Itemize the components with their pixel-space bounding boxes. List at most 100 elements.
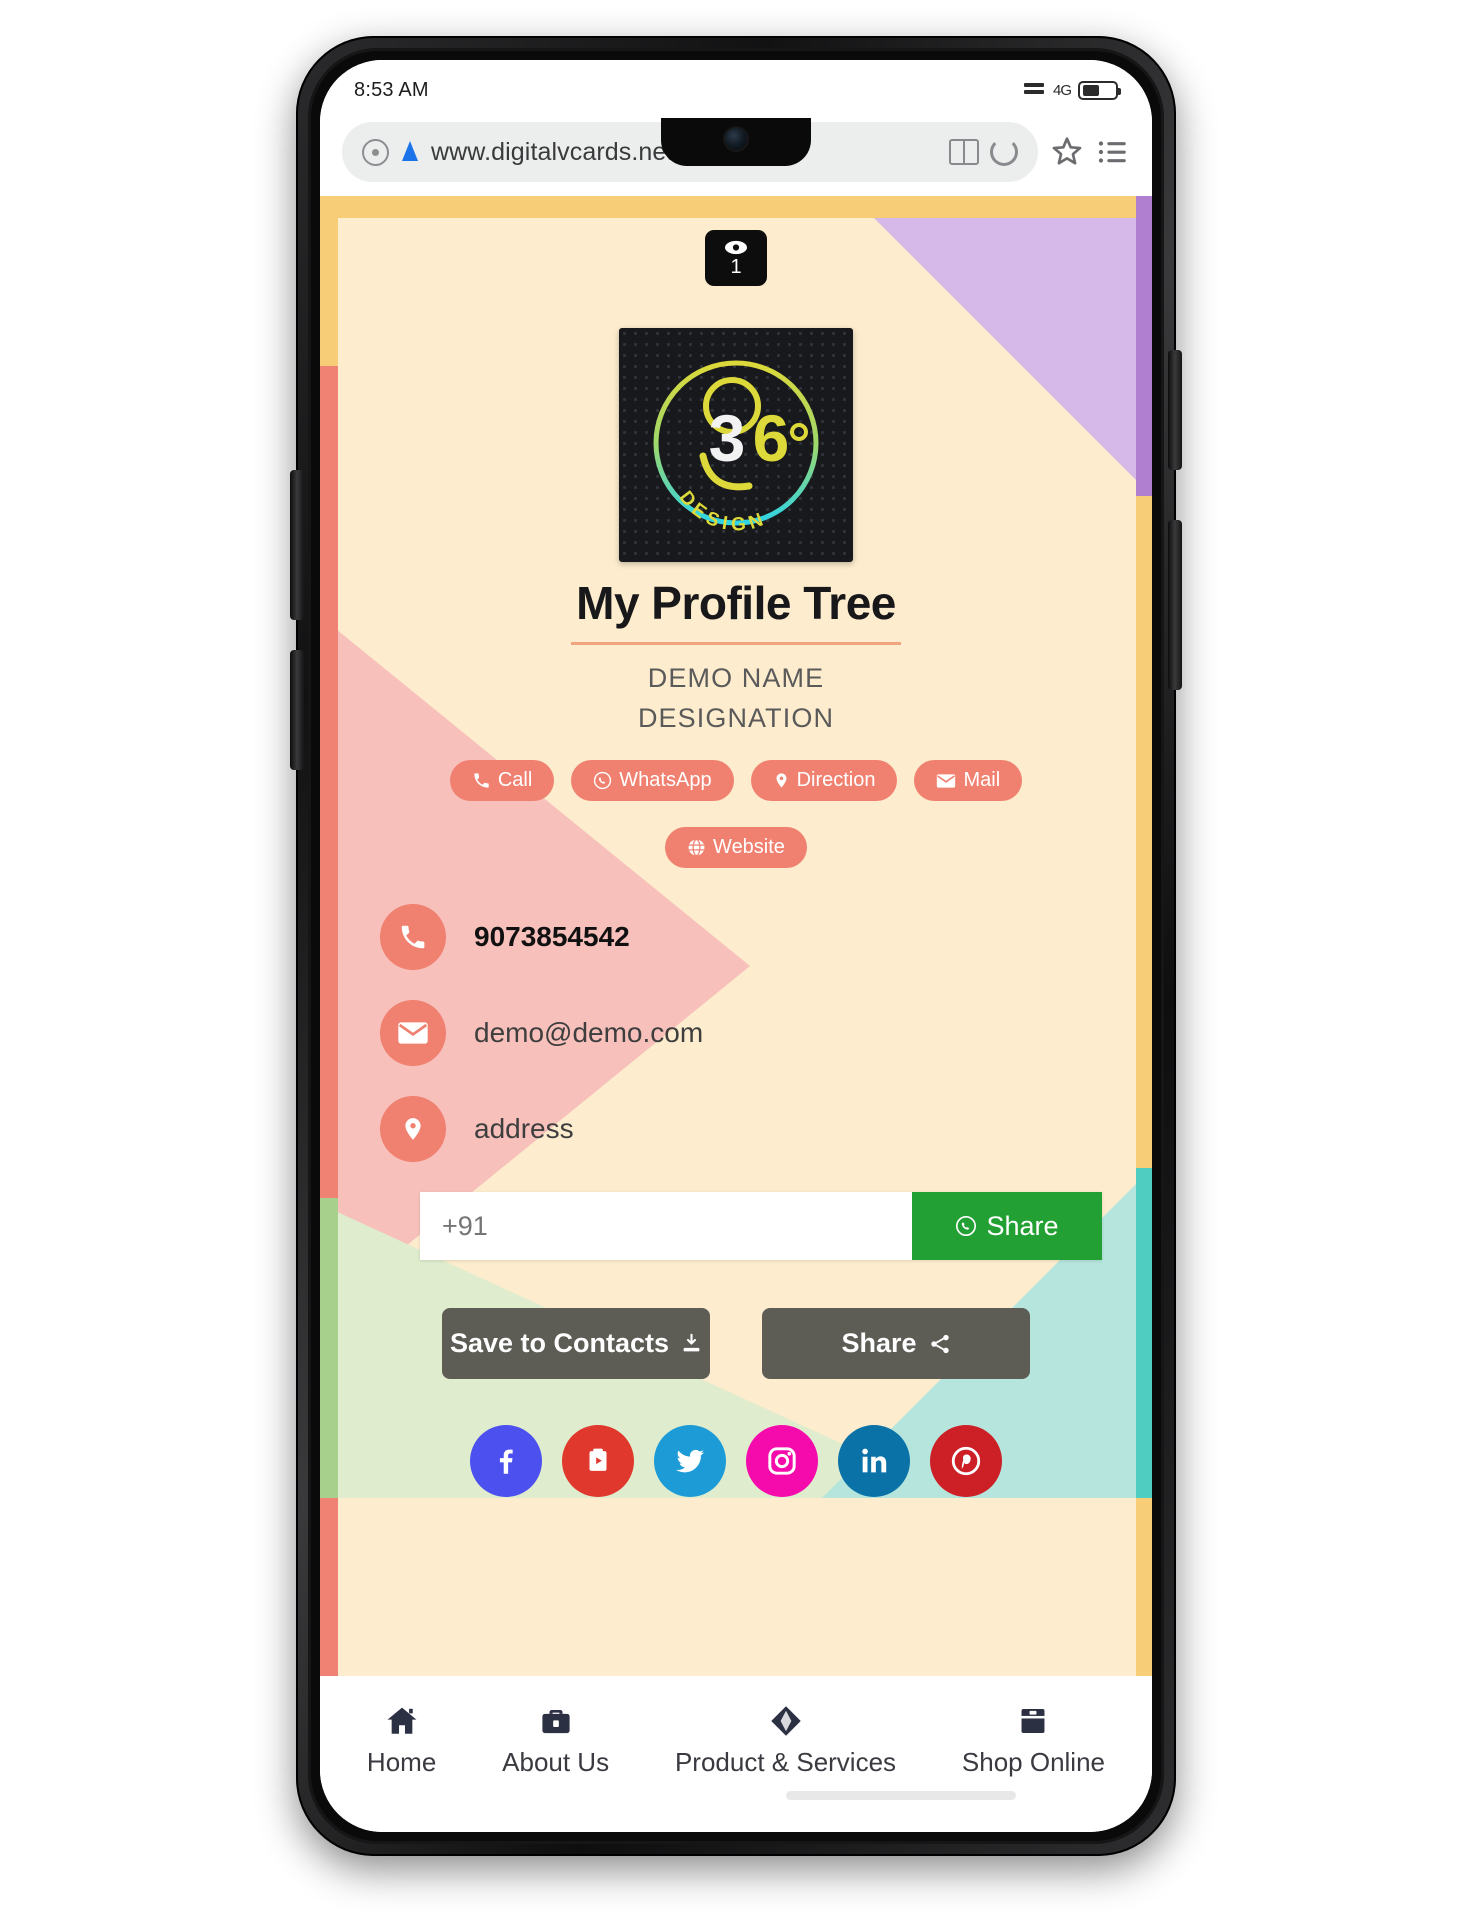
frame-border-top [320, 196, 1152, 218]
whatsapp-icon [594, 771, 612, 790]
phone-icon [474, 773, 489, 788]
map-pin-icon [405, 1118, 421, 1140]
house-icon [387, 1707, 417, 1734]
nav-item-home[interactable]: Home [367, 1704, 436, 1778]
envelope-icon [937, 773, 956, 788]
title-divider [571, 642, 901, 645]
instagram-link[interactable] [746, 1425, 818, 1497]
whatsapp-share-label: Share [986, 1210, 1059, 1241]
contact-designation: DESIGNATION [637, 703, 835, 733]
twitter-icon [675, 1449, 705, 1473]
pinterest-link[interactable] [930, 1425, 1002, 1497]
whatsapp-label: WhatsApp [619, 769, 712, 791]
svg-text:3: 3 [709, 401, 746, 475]
volume-down-button[interactable] [290, 650, 304, 770]
save-to-contacts-button[interactable]: Save to Contacts [442, 1308, 710, 1379]
linkedin-link[interactable] [838, 1425, 910, 1497]
logo-graphic: 3 6 DESIGN [653, 360, 819, 536]
mail-button[interactable]: Mail [914, 760, 1023, 801]
nav-label-about-us: About Us [502, 1747, 610, 1777]
phone-circle-icon [380, 904, 446, 970]
save-to-contacts-label: Save to Contacts [449, 1328, 670, 1358]
vcard-page: 1 3 6 DESIGN My Profile Tree DEMO NAME D… [320, 196, 1152, 1676]
contact-row-address[interactable]: address [380, 1096, 1132, 1162]
share-label: Share [841, 1328, 917, 1358]
email-circle-icon [380, 1000, 446, 1066]
contact-name: DEMO NAME [647, 663, 825, 693]
network-type-icon: 4G [1052, 81, 1072, 99]
svg-text:6: 6 [753, 401, 790, 475]
website-label: Website [713, 836, 785, 858]
status-icon-group: 4G [1023, 80, 1121, 100]
contact-row-phone[interactable]: 9073854542 [380, 904, 1132, 970]
site-bottom-nav: Home About Us Product & Services Shop On… [320, 1676, 1152, 1806]
share-button[interactable]: Share [762, 1308, 1030, 1379]
linkedin-icon [862, 1448, 887, 1473]
briefcase-icon [542, 1709, 570, 1734]
battery-icon [1078, 80, 1121, 100]
svg-text:DESIGN: DESIGN [675, 487, 771, 536]
volume-up-button[interactable] [290, 470, 304, 620]
front-camera-icon [725, 128, 747, 150]
youtube-icon [589, 1448, 607, 1471]
page-title: My Profile Tree [576, 577, 896, 629]
lock-icon [402, 141, 418, 161]
twitter-link[interactable] [654, 1425, 726, 1497]
mail-label: Mail [963, 769, 1001, 791]
website-button[interactable]: Website [665, 827, 807, 868]
nav-label-home: Home [366, 1747, 437, 1777]
download-icon [683, 1333, 700, 1352]
view-count: 1 [730, 255, 742, 278]
nav-label-shop-online: Shop Online [961, 1747, 1106, 1777]
screenshot-stage: 8:53 AM 4G www.digitalvcards.net 1 3 6 D… [0, 0, 1484, 1920]
eye-icon [725, 240, 747, 254]
map-pin-icon [776, 773, 787, 788]
youtube-link[interactable] [562, 1425, 634, 1497]
direction-label: Direction [796, 769, 876, 791]
android-status-bar: 8:53 AM 4G [320, 60, 1152, 112]
facebook-link[interactable] [470, 1425, 542, 1497]
whatsapp-button[interactable]: WhatsApp [571, 760, 734, 801]
star-icon[interactable] [1050, 135, 1084, 169]
card-actions-row: Save to Contacts Share [340, 1308, 1132, 1379]
call-label: Call [497, 769, 533, 791]
power-button[interactable] [1168, 350, 1182, 470]
email-value: demo@demo.com [474, 1017, 704, 1048]
whatsapp-share-button[interactable]: Share [912, 1192, 1102, 1260]
contact-details-list: 9073854542 demo@demo.com address [380, 904, 1132, 1162]
social-links-row [340, 1425, 1132, 1497]
share-alt-icon [930, 1334, 949, 1353]
status-time: 8:53 AM [354, 78, 429, 101]
address-circle-icon [380, 1096, 446, 1162]
vcard-content: 1 3 6 DESIGN My Profile Tree DEMO NAME D… [320, 230, 1152, 1497]
whatsapp-number-input[interactable] [420, 1192, 912, 1260]
compass-icon [362, 138, 389, 166]
view-counter-badge: 1 [705, 230, 767, 286]
whatsapp-icon [956, 1216, 977, 1236]
phone-value: 9073854542 [474, 921, 630, 952]
horizontal-scrollbar[interactable] [785, 1791, 1016, 1800]
envelope-icon [398, 1022, 428, 1044]
quick-actions-row-2: Website [340, 827, 1132, 868]
gem-icon [770, 1706, 801, 1736]
store-icon [1021, 1709, 1045, 1733]
phone-screen: 8:53 AM 4G www.digitalvcards.net 1 3 6 D… [320, 60, 1152, 1832]
direction-button[interactable]: Direction [750, 760, 898, 801]
quick-actions-row-1: Call WhatsApp Direction Mail [340, 760, 1132, 801]
call-button[interactable]: Call [449, 760, 555, 801]
reload-icon[interactable] [990, 138, 1018, 166]
company-logo: 3 6 DESIGN [619, 328, 853, 562]
nav-item-products-services[interactable]: Product & Services [675, 1704, 896, 1778]
book-icon[interactable] [949, 139, 979, 165]
list-icon[interactable] [1096, 135, 1130, 169]
instagram-icon [768, 1447, 796, 1475]
nav-label-products-services: Product & Services [674, 1747, 897, 1777]
nav-item-about-us[interactable]: About Us [502, 1704, 609, 1778]
android-navigation-bar [320, 1806, 1152, 1832]
nav-item-shop-online[interactable]: Shop Online [962, 1704, 1105, 1778]
facebook-icon [499, 1449, 513, 1474]
contact-row-email[interactable]: demo@demo.com [380, 1000, 1132, 1066]
phone-icon [401, 925, 425, 949]
side-button-right[interactable] [1168, 520, 1182, 690]
whatsapp-share-group: Share [420, 1192, 1102, 1260]
